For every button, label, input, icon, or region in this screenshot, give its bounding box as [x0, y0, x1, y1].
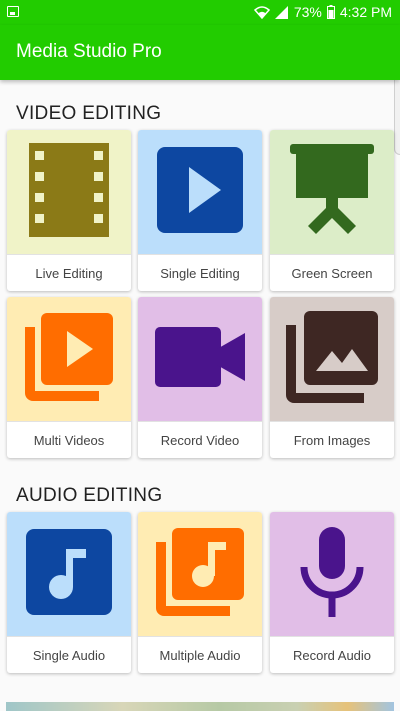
section-title-audio: AUDIO EDITING [16, 485, 163, 506]
music-library-icon [156, 527, 244, 621]
banner-ad[interactable] [6, 702, 394, 711]
tile-label: Record Video [138, 421, 262, 458]
tile-label: Single Audio [7, 636, 131, 673]
tile-label: Green Screen [270, 254, 394, 291]
battery-percent: 73% [293, 4, 322, 20]
tile-record-audio[interactable]: Record Audio [270, 512, 394, 673]
projector-screen-icon [290, 143, 374, 241]
tile-label: Multiple Audio [138, 636, 262, 673]
tile-art [270, 130, 394, 254]
video-library-icon [25, 312, 113, 406]
status-bar: 73% 4:32 PM [0, 0, 400, 25]
tile-art [138, 512, 262, 636]
tile-label: Live Editing [7, 254, 131, 291]
battery-icon [326, 5, 335, 19]
tile-label: From Images [270, 421, 394, 458]
tile-art [138, 297, 262, 421]
wifi-icon [253, 5, 270, 19]
tile-art [7, 512, 131, 636]
app-bar: Media Studio Pro [0, 25, 400, 80]
tile-live-editing[interactable]: Live Editing [7, 130, 131, 291]
tile-record-video[interactable]: Record Video [138, 297, 262, 458]
videocam-icon [155, 326, 245, 392]
tile-label: Single Editing [138, 254, 262, 291]
tile-multiple-audio[interactable]: Multiple Audio [138, 512, 262, 673]
signal-icon [274, 5, 289, 19]
tile-art [270, 512, 394, 636]
play-icon [157, 146, 243, 238]
tile-single-editing[interactable]: Single Editing [138, 130, 262, 291]
tile-from-images[interactable]: From Images [270, 297, 394, 458]
tile-label: Multi Videos [7, 421, 131, 458]
tile-single-audio[interactable]: Single Audio [7, 512, 131, 673]
tile-art [270, 297, 394, 421]
film-strip-icon [29, 142, 109, 242]
microphone-icon [300, 526, 364, 622]
clock: 4:32 PM [339, 4, 392, 20]
tile-art [7, 130, 131, 254]
tile-multi-videos[interactable]: Multi Videos [7, 297, 131, 458]
tile-green-screen[interactable]: Green Screen [270, 130, 394, 291]
music-note-icon [26, 528, 112, 620]
photo-library-icon [286, 310, 378, 408]
tile-label: Record Audio [270, 636, 394, 673]
app-title: Media Studio Pro [16, 41, 162, 62]
section-title-video: VIDEO EDITING [16, 103, 162, 124]
tile-art [138, 130, 262, 254]
tile-art [7, 297, 131, 421]
notification-icon [7, 6, 19, 17]
